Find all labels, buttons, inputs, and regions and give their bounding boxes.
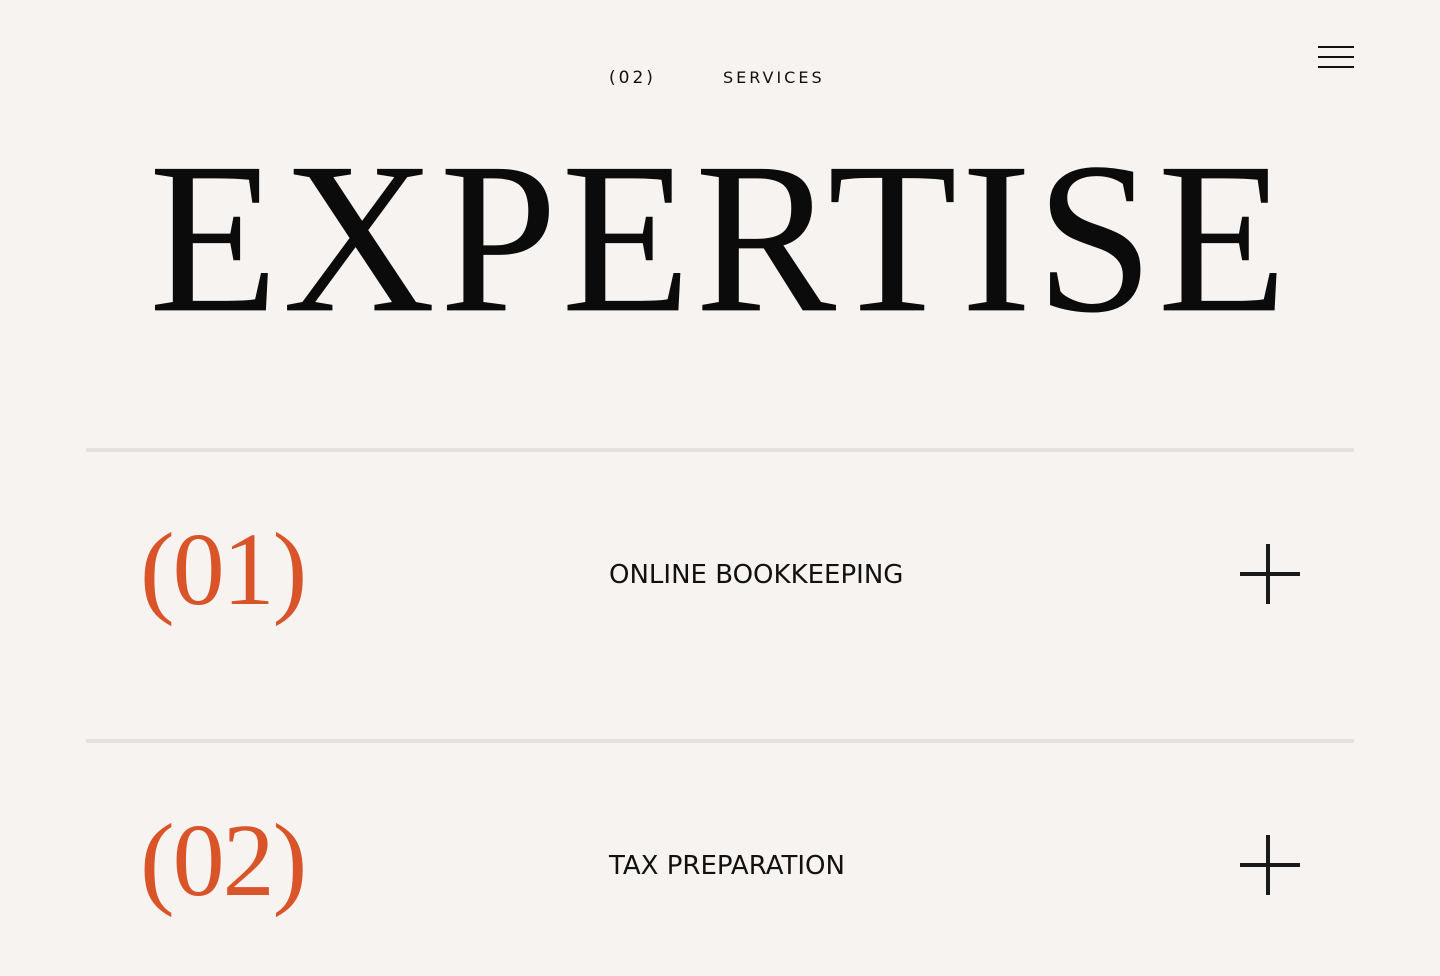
section-number: (02)	[609, 68, 656, 88]
menu-line	[1318, 56, 1354, 58]
plus-icon[interactable]	[1238, 835, 1302, 899]
menu-line	[1318, 66, 1354, 68]
service-row-online-bookkeeping[interactable]: (01) ONLINE BOOKKEEPING	[86, 452, 1354, 652]
section-label: (02) SERVICES	[0, 66, 1440, 90]
service-index: (01)	[140, 512, 307, 627]
service-name: ONLINE BOOKKEEPING	[609, 560, 904, 590]
service-row-tax-preparation[interactable]: (02) TAX PREPARATION	[86, 743, 1354, 943]
service-index: (02)	[140, 803, 307, 918]
hamburger-menu-icon[interactable]	[1314, 42, 1358, 74]
service-name: TAX PREPARATION	[609, 851, 845, 881]
page-title: EXPERTISE	[148, 117, 1292, 358]
plus-icon[interactable]	[1238, 544, 1302, 608]
section-name: SERVICES	[723, 68, 825, 87]
menu-line	[1318, 46, 1354, 48]
